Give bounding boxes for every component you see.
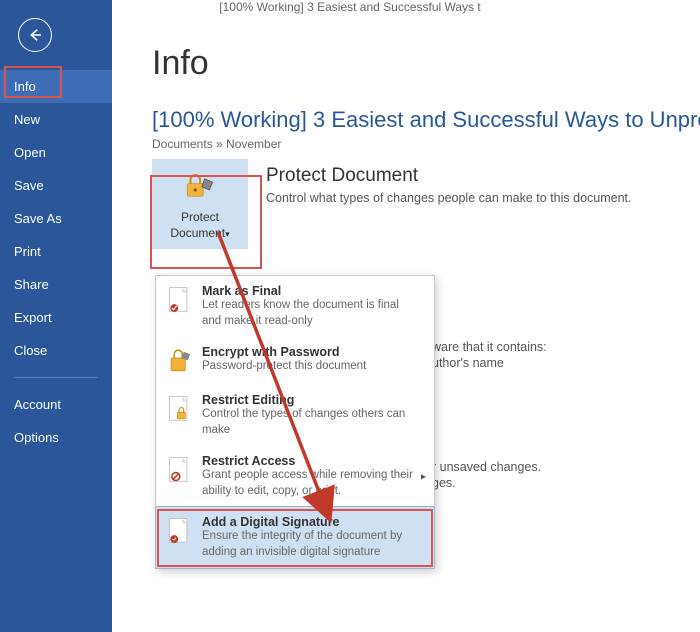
menu-title: Add a Digital Signature [202,515,424,529]
nav-label: Options [14,430,59,445]
protect-section-text: Protect Document Control what types of c… [266,159,632,205]
bg-inspect-line2: uthor's name [432,356,504,370]
nav-item-close[interactable]: Close [0,334,112,367]
nav-label: New [14,112,40,127]
document-title: [100% Working] 3 Easiest and Successful … [152,107,700,133]
page-title: Info [152,44,700,83]
menu-item-encrypt-with-password[interactable]: Encrypt with Password Password-protect t… [156,337,434,385]
bg-manage-line1: r unsaved changes. [432,460,541,474]
menu-desc: Control the types of changes others can … [202,407,424,438]
menu-item-restrict-editing[interactable]: Restrict Editing Control the types of ch… [156,385,434,446]
submenu-arrow-icon: ▸ [421,471,426,482]
backstage-sidebar: Info New Open Save Save As Print Share E… [0,0,112,632]
nav-label: Open [14,145,46,160]
bg-manage-line2: ges. [432,476,456,490]
nav-label: Export [14,310,52,325]
menu-item-mark-as-final[interactable]: Mark as Final Let readers know the docum… [156,276,434,337]
nav-item-open[interactable]: Open [0,136,112,169]
nav-label: Info [14,79,36,94]
restrict-editing-icon [166,395,192,425]
menu-item-restrict-access[interactable]: Restrict Access Grant people access whil… [156,446,434,507]
dropdown-caret-icon: ▾ [225,229,230,239]
menu-item-add-digital-signature[interactable]: Add a Digital Signature Ensure the integ… [156,507,434,568]
protect-document-button[interactable]: Protect Document▾ [152,159,248,249]
nav-item-save[interactable]: Save [0,169,112,202]
menu-desc: Grant people access while removing their… [202,468,424,499]
mark-final-icon [166,286,192,316]
nav-label: Share [14,277,49,292]
menu-desc: Let readers know the document is final a… [202,298,424,329]
menu-desc: Password-protect this document [202,359,424,375]
encrypt-icon [166,347,192,377]
nav-label: Close [14,343,47,358]
breadcrumb: Documents » November [152,137,700,151]
nav-item-save-as[interactable]: Save As [0,202,112,235]
nav-label: Save As [14,211,62,226]
nav-item-options[interactable]: Options [0,421,112,454]
back-button[interactable] [18,18,52,52]
nav-item-info[interactable]: Info [0,70,112,103]
arrow-left-icon [26,26,44,44]
section-subtext: Control what types of changes people can… [266,191,632,205]
digital-signature-icon [166,517,192,547]
nav-item-print[interactable]: Print [0,235,112,268]
protect-document-section: Protect Document▾ Protect Document Contr… [152,159,700,249]
section-heading: Protect Document [266,165,632,187]
nav-separator [14,377,98,378]
menu-title: Encrypt with Password [202,345,424,359]
menu-title: Restrict Editing [202,393,424,407]
menu-desc: Ensure the integrity of the document by … [202,529,424,560]
nav-item-export[interactable]: Export [0,301,112,334]
menu-title: Restrict Access [202,454,424,468]
bg-inspect-line1: ware that it contains: [432,340,547,354]
protect-button-label: Protect Document▾ [158,210,242,241]
restrict-access-icon [166,456,192,486]
nav-item-new[interactable]: New [0,103,112,136]
nav-label: Print [14,244,41,259]
protect-document-dropdown: Mark as Final Let readers know the docum… [155,275,435,569]
nav-item-share[interactable]: Share [0,268,112,301]
menu-title: Mark as Final [202,284,424,298]
nav-label: Save [14,178,44,193]
nav-item-account[interactable]: Account [0,388,112,421]
lock-shield-icon [181,171,219,201]
nav-label: Account [14,397,61,412]
